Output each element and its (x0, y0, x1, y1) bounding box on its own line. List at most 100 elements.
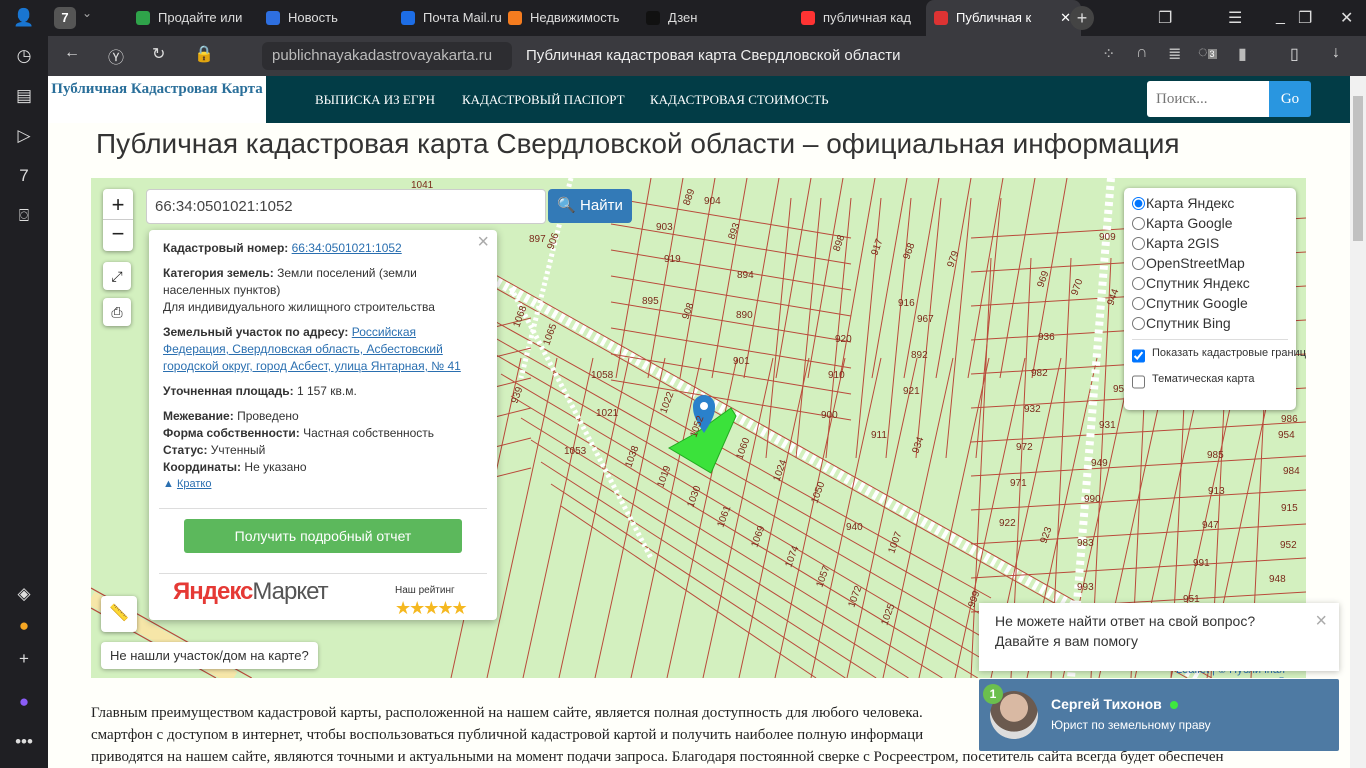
more-icon[interactable]: ••• (12, 730, 36, 754)
brief-link[interactable]: Кратко (177, 478, 212, 490)
layer-option[interactable]: Карта Google (1132, 213, 1288, 233)
history-icon[interactable]: ◷ (12, 44, 36, 68)
lock-icon: 🔒 (194, 46, 214, 63)
parcel-label: 1053 (564, 446, 587, 457)
zoom-out-button[interactable]: − (103, 220, 133, 251)
profile-icon[interactable]: 👤 (12, 6, 36, 30)
alice-icon[interactable]: ● (12, 690, 36, 714)
scrollbar-thumb[interactable] (1353, 96, 1363, 241)
layer-option[interactable]: Спутник Яндекс (1132, 273, 1288, 293)
app-icon[interactable]: ● (12, 614, 36, 638)
radio[interactable] (1132, 217, 1145, 230)
close-icon[interactable]: × (1315, 611, 1327, 631)
play-icon[interactable]: ▷ (12, 124, 36, 148)
tab-counter[interactable]: 7 (54, 7, 76, 29)
site-logo[interactable]: Публичная Кадастровая Карта (48, 76, 266, 123)
fullscreen-icon[interactable]: ⤢ (103, 262, 131, 290)
favicon-icon (266, 11, 280, 25)
bookmark-icon[interactable]: ▮ (1238, 44, 1247, 64)
tab-label: Недвижимость (530, 10, 620, 25)
checkbox-label: Показать кадастровые границы участков (1152, 347, 1306, 359)
divider (159, 508, 487, 509)
chat-widget[interactable]: 1 Сергей Тихонов Юрист по земельному пра… (979, 679, 1339, 751)
layer-option[interactable]: OpenStreetMap (1132, 253, 1288, 273)
reload-icon[interactable]: ↻ (152, 44, 165, 64)
menu-icon[interactable]: ☰ (1228, 8, 1242, 28)
logo-part: Маркет (252, 578, 328, 605)
screenshot-icon[interactable]: ⌼ (12, 204, 36, 228)
browser-tab[interactable]: Недвижимость (500, 4, 635, 32)
close-icon[interactable]: × (477, 232, 489, 252)
layer-option[interactable]: Спутник Google (1132, 293, 1288, 313)
ruler-icon[interactable]: 📏 (101, 596, 137, 632)
browser-tab[interactable]: Дзен (638, 4, 763, 32)
tab-label: Продайте или (158, 10, 243, 25)
tabs-icon[interactable]: ❐ (1158, 8, 1172, 28)
nav-cost[interactable]: КАДАСТРОВАЯ СТОИМОСТЬ (650, 76, 829, 123)
browser-tab[interactable]: Публичная к ✕ (926, 0, 1081, 36)
parcel-label: 967 (917, 314, 934, 325)
checkbox[interactable] (1132, 372, 1145, 392)
back-icon[interactable]: ← (64, 44, 80, 62)
parcel-info-popup: × Кадастровый номер: 66:34:0501021:1052 … (149, 230, 497, 620)
site-search-input[interactable] (1147, 81, 1269, 117)
add-icon[interactable]: + (12, 647, 36, 671)
minimize-icon[interactable]: _ (1276, 8, 1285, 26)
consultant-name: Сергей Тихонов (1051, 696, 1178, 712)
yandex-icon[interactable]: Ⓨ (108, 44, 124, 68)
radio[interactable] (1132, 277, 1145, 290)
radio[interactable] (1132, 257, 1145, 270)
parcel-label: 923 (1038, 525, 1054, 545)
scrollbar[interactable] (1350, 76, 1366, 768)
not-found-button[interactable]: Не нашли участок/дом на карте? (101, 642, 318, 669)
browser-tab[interactable]: публичная кад (793, 4, 918, 32)
protect-icon[interactable]: ◌ 3 (1198, 44, 1217, 62)
calendar-icon[interactable]: 7 (12, 164, 36, 188)
collections-icon[interactable]: ▤ (12, 84, 36, 108)
map-line (885, 197, 912, 459)
radio[interactable] (1132, 197, 1145, 210)
download-icon[interactable]: ↓ (1332, 44, 1340, 62)
parcel-label: 1024 (771, 458, 789, 483)
chat-question: Давайте я вам помогу (995, 633, 1139, 649)
parcel-label: 915 (1281, 503, 1298, 514)
reader-icon[interactable]: ≣ (1168, 44, 1181, 64)
checkbox[interactable] (1132, 346, 1145, 366)
layer-option[interactable]: Спутник Bing (1132, 313, 1288, 333)
nav-egrn[interactable]: ВЫПИСКА ИЗ ЕГРН (315, 76, 435, 123)
app-icon[interactable]: ◈ (12, 582, 36, 606)
print-icon[interactable]: ⎙ (103, 298, 131, 326)
close-window-icon[interactable]: ✕ (1340, 8, 1353, 28)
cadastral-number-link[interactable]: 66:34:0501021:1052 (292, 241, 402, 255)
marker-dot (700, 402, 708, 410)
thematic-map-checkbox[interactable]: Тематическая карта (1132, 372, 1288, 392)
headphones-icon[interactable]: ∩ (1136, 44, 1148, 62)
parcel-label: 920 (835, 334, 852, 345)
browser-tab[interactable]: Новость (258, 4, 393, 32)
parcel-label: 1061 (715, 504, 733, 529)
go-button[interactable]: Go (1269, 81, 1311, 117)
parcel-label: 1057 (814, 564, 832, 589)
zoom-in-button[interactable]: + (103, 189, 133, 220)
chat-prompt[interactable]: × Не можете найти ответ на свой вопрос? … (979, 603, 1339, 671)
name-text: Сергей Тихонов (1051, 696, 1162, 712)
sidepanel-icon[interactable]: ▯ (1290, 44, 1299, 64)
radio[interactable] (1132, 297, 1145, 310)
parcel-label: 1069 (749, 524, 767, 549)
browser-tab[interactable]: Продайте или (128, 4, 258, 32)
layer-option[interactable]: Карта Яндекс (1132, 193, 1288, 213)
restore-icon[interactable]: ❐ (1298, 8, 1312, 28)
cadastral-search-input[interactable]: 66:34:0501021:1052 (146, 189, 546, 224)
new-tab-button[interactable]: + (1070, 6, 1094, 30)
layer-option[interactable]: Карта 2GIS (1132, 233, 1288, 253)
url-field[interactable]: publichnayakadastrovayakarta.ru (262, 42, 512, 70)
yandex-market-logo[interactable]: ЯндексМаркет (173, 580, 329, 604)
radio[interactable] (1132, 317, 1145, 330)
show-borders-checkbox[interactable]: Показать кадастровые границы участков (1132, 346, 1306, 366)
nav-passport[interactable]: КАДАСТРОВЫЙ ПАСПОРТ (462, 76, 625, 123)
find-button[interactable]: 🔍 Найти (548, 189, 632, 223)
radio[interactable] (1132, 237, 1145, 250)
get-report-button[interactable]: Получить подробный отчет (184, 519, 462, 553)
extensions-icon[interactable]: ⁘ (1102, 44, 1115, 64)
chevron-down-icon[interactable]: ⌄ (82, 6, 92, 20)
